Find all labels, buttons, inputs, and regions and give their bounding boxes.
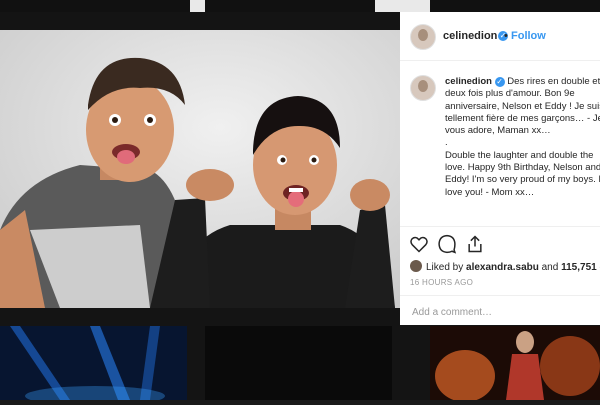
liker-username[interactable]: alexandra.sabu bbox=[466, 262, 539, 273]
caption-dot: . bbox=[445, 137, 448, 149]
action-bar bbox=[400, 226, 600, 257]
post-photo[interactable] bbox=[0, 30, 400, 308]
liked-by-prefix: Liked by bbox=[426, 262, 464, 273]
thumbnail-dark[interactable] bbox=[205, 326, 392, 400]
caption-area[interactable]: celinedion ✓ Des rires en double et deux… bbox=[400, 61, 600, 226]
heart-icon[interactable] bbox=[409, 234, 429, 254]
likes-line: Liked by alexandra.sabu and 115,751 ot bbox=[410, 260, 600, 276]
comment-input[interactable] bbox=[410, 303, 594, 321]
thumbnail-concert[interactable] bbox=[0, 326, 187, 405]
strip-segment bbox=[0, 0, 190, 12]
caption-username[interactable]: celinedion bbox=[445, 76, 492, 87]
strip-segment bbox=[205, 0, 375, 12]
post-header: celinedion ✓ • Follow bbox=[400, 12, 600, 61]
add-comment-bar bbox=[400, 295, 600, 326]
header-username[interactable]: celinedion bbox=[443, 30, 497, 42]
post-side-panel: celinedion ✓ • Follow celinedion ✓ Des r… bbox=[400, 12, 600, 325]
verified-badge-icon: ✓ bbox=[494, 77, 505, 87]
thumbnail-stage[interactable] bbox=[430, 326, 600, 402]
comment-icon[interactable] bbox=[437, 234, 457, 254]
follow-button[interactable]: Follow bbox=[511, 30, 546, 42]
caption-avatar[interactable] bbox=[410, 75, 436, 101]
liked-by-conj: and bbox=[541, 262, 559, 273]
liker-avatar bbox=[410, 260, 422, 272]
grid-thumbnails bbox=[0, 326, 600, 405]
browser-strip bbox=[0, 0, 600, 12]
likes-count[interactable]: 115,751 ot bbox=[561, 262, 600, 273]
caption-text: celinedion ✓ Des rires en double et deux… bbox=[445, 76, 600, 199]
avatar[interactable] bbox=[410, 24, 436, 50]
post-timestamp[interactable]: 16 HOURS AGO bbox=[410, 278, 473, 287]
strip-segment bbox=[430, 0, 600, 12]
caption-english: Double the laughter and double the love.… bbox=[445, 149, 600, 198]
share-icon[interactable] bbox=[465, 234, 485, 254]
header-separator: • bbox=[504, 30, 508, 42]
